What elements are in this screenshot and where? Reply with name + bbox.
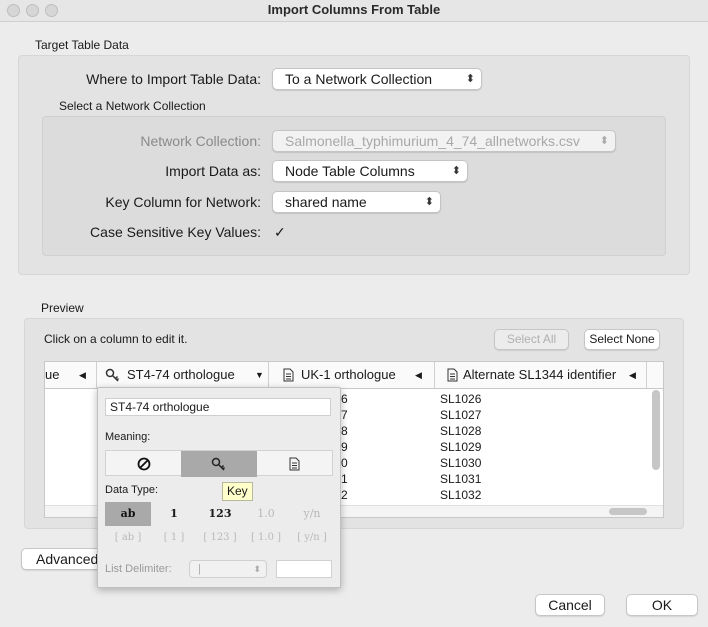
where-value: To a Network Collection [285,71,433,87]
table-cell[interactable]: SL1028 [440,423,481,439]
type-boolean-list-button[interactable]: [ y/n ] [289,528,335,548]
network-collection-combo[interactable]: Salmonella_typhimurium_4_74_allnetworks.… [272,130,616,152]
meaning-key-button[interactable] [181,451,257,477]
type-integer-button[interactable]: 1 [151,502,197,526]
type-long-button[interactable]: 123 [197,502,243,526]
key-column-combo[interactable]: shared name ⬍ [272,191,441,213]
table-cell[interactable]: SL1027 [440,407,481,423]
key-column-label: Key Column for Network: [105,194,261,210]
list-delimiter-label: List Delimiter: [105,563,172,575]
chevron-updown-icon: ⬍ [465,73,475,85]
meaning-segmented-control [105,450,333,477]
preview-hint: Click on a column to edit it. [44,332,188,346]
type-integer-list-button[interactable]: [ 1 ] [151,528,197,548]
chevron-updown-icon: ⬍ [599,135,609,147]
table-cell[interactable]: SL1030 [440,455,481,471]
table-cell[interactable]: SL1029 [440,439,481,455]
meaning-label: Meaning: [105,431,151,443]
column-label: ue [45,367,60,382]
key-column-value: shared name [285,194,367,210]
collapse-arrow-icon[interactable]: ◀ [415,362,422,388]
type-double-list-button[interactable]: [ 1.0 ] [243,528,289,548]
case-sensitive-label: Case Sensitive Key Values: [90,224,261,240]
ok-button[interactable]: OK [626,594,698,616]
where-to-import-combo[interactable]: To a Network Collection ⬍ [272,68,482,90]
table-cell[interactable]: 0 [341,455,348,471]
column-label: ST4-74 orthologue [127,367,235,382]
table-cell[interactable]: 6 [341,391,348,407]
window-title: Import Columns From Table [267,2,441,17]
import-as-value: Node Table Columns [285,163,415,179]
table-cell[interactable]: 7 [341,407,348,423]
list-delimiter-value: | [198,563,201,575]
collapse-arrow-icon[interactable]: ◀ [629,362,636,388]
meaning-attribute-button[interactable] [257,451,332,477]
chevron-updown-icon: ⬍ [424,196,434,208]
table-cell[interactable]: 1 [341,471,348,487]
data-type-label: Data Type: [105,484,158,496]
select-all-button[interactable]: Select All [494,329,569,350]
meaning-none-button[interactable] [106,451,181,477]
where-label: Where to Import Table Data: [86,71,261,87]
type-string-list-button[interactable]: [ ab ] [105,528,151,548]
document-icon [283,368,294,382]
list-delimiter-custom-input[interactable] [276,560,332,578]
column-header-st4-74[interactable]: ST4-74 orthologue ▼ [97,362,269,388]
type-boolean-button[interactable]: y/n [289,502,335,526]
key-icon [211,457,226,471]
table-cell[interactable]: SL1026 [440,391,481,407]
column-editor-popup: ST4-74 orthologue Meaning: Data Type: ab… [97,387,341,588]
preview-section-label: Preview [41,301,84,315]
horizontal-scrollbar[interactable] [609,508,647,515]
type-long-list-button[interactable]: [ 123 ] [197,528,243,548]
case-sensitive-checkbox[interactable]: ✓ [274,224,286,241]
document-icon [447,368,458,382]
column-label: Alternate SL1344 identifier [463,367,617,382]
table-cell[interactable]: 2 [341,487,348,503]
import-data-as-combo[interactable]: Node Table Columns ⬍ [272,160,468,182]
import-as-label: Import Data as: [165,163,261,179]
table-cell[interactable]: 8 [341,423,348,439]
target-section-label: Target Table Data [35,38,129,52]
cancel-button[interactable]: Cancel [535,594,605,616]
column-name-input[interactable]: ST4-74 orthologue [105,398,331,416]
chevron-updown-icon: ⬍ [451,165,461,177]
network-section-label: Select a Network Collection [59,99,206,113]
type-double-button[interactable]: 1.0 [243,502,289,526]
vertical-scrollbar[interactable] [652,390,660,470]
collapse-arrow-icon[interactable]: ◀ [79,362,86,388]
table-header: ue ◀ ST4-74 orthologue ▼ UK-1 orthologue… [45,362,663,389]
key-icon [105,368,120,382]
column-header-uk-1[interactable]: UK-1 orthologue ◀ [269,362,435,388]
list-delimiter-combo[interactable]: | ⬍ [189,560,267,578]
table-cell[interactable]: SL1031 [440,471,481,487]
not-allowed-icon [137,457,150,471]
collection-label: Network Collection: [140,133,261,149]
table-cell[interactable]: 9 [341,439,348,455]
key-tooltip: Key [222,482,253,501]
collection-value: Salmonella_typhimurium_4_74_allnetworks.… [285,133,580,149]
column-header-alternate-sl1344[interactable]: Alternate SL1344 identifier ◀ [435,362,647,388]
table-cell[interactable]: SL1032 [440,487,481,503]
type-string-button[interactable]: ab [105,502,151,526]
column-header[interactable]: ue ◀ [45,362,97,388]
dropdown-arrow-icon[interactable]: ▼ [255,362,264,388]
select-none-button[interactable]: Select None [584,329,660,350]
chevron-updown-icon: ⬍ [253,564,261,574]
document-icon [289,457,300,471]
column-label: UK-1 orthologue [301,367,396,382]
